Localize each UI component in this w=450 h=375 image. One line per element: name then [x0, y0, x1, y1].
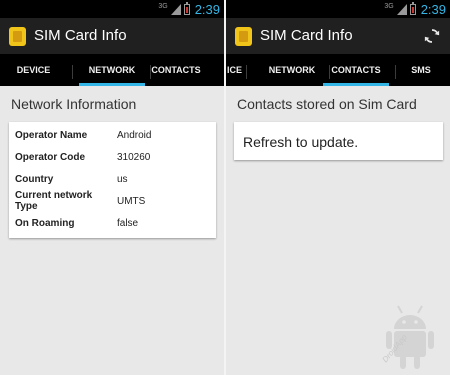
row-label: On Roaming — [15, 217, 75, 229]
tab-divider — [395, 65, 396, 79]
action-bar: SIM Card Info — [0, 18, 224, 54]
signal-icon — [396, 3, 407, 15]
section-title: Contacts stored on Sim Card — [237, 96, 417, 112]
tab-divider — [72, 65, 73, 79]
row-label: Current network Type — [15, 190, 93, 212]
status-bar: 3G 2:39 — [0, 0, 224, 18]
battery-icon — [409, 1, 416, 15]
tab-network[interactable]: NETWORK — [79, 54, 145, 86]
row-value: Android — [117, 129, 152, 141]
status-clock: 2:39 — [194, 1, 220, 17]
info-row-network-type: Current network Type UMTS — [15, 190, 210, 212]
battery-icon — [183, 1, 190, 15]
info-row-operator-code: Operator Code 310260 — [15, 146, 210, 168]
row-label: Operator Name — [15, 129, 88, 141]
info-row-operator-name: Operator Name Android — [15, 124, 210, 146]
tab-contacts[interactable]: CONTACTS — [151, 54, 200, 86]
tab-bar: DEVICE NETWORK CONTACTS — [0, 54, 224, 86]
network-type-indicator: 3G — [384, 2, 394, 10]
refresh-button[interactable] — [420, 24, 444, 48]
network-type-indicator: 3G — [158, 2, 168, 10]
refresh-icon — [424, 29, 440, 43]
contacts-card: Refresh to update. — [234, 122, 443, 160]
sim-card-icon[interactable] — [235, 27, 252, 46]
info-row-roaming: On Roaming false — [15, 212, 210, 234]
signal-icon — [170, 3, 181, 15]
status-clock: 2:39 — [420, 1, 446, 17]
app-title: SIM Card Info — [34, 27, 127, 44]
phone-screen-contacts: 3G 2:39 SIM Card Info ICE NETWORK CONTAC… — [226, 0, 450, 375]
tab-bar: ICE NETWORK CONTACTS SMS — [226, 54, 450, 86]
row-value: 310260 — [117, 151, 151, 163]
info-row-country: Country us — [15, 168, 210, 190]
tab-sms[interactable]: SMS — [404, 54, 438, 86]
status-bar: 3G 2:39 — [226, 0, 450, 18]
network-info-card: Operator Name Android Operator Code 3102… — [9, 122, 216, 238]
tab-contacts[interactable]: CONTACTS — [323, 54, 389, 86]
row-value: us — [117, 173, 128, 185]
app-title: SIM Card Info — [260, 27, 353, 44]
tab-network[interactable]: NETWORK — [257, 54, 327, 86]
android-watermark: DroidApp — [374, 291, 444, 371]
tab-divider — [246, 65, 247, 79]
row-label: Operator Code — [15, 151, 86, 163]
phone-screen-network: 3G 2:39 SIM Card Info DEVICE NETWORK CON… — [0, 0, 224, 375]
row-value: false — [117, 217, 139, 229]
section-title: Network Information — [11, 96, 137, 112]
row-value: UMTS — [117, 195, 146, 207]
row-label: Country — [15, 173, 54, 185]
refresh-message: Refresh to update. — [243, 134, 359, 150]
tab-device[interactable]: DEVICE — [0, 54, 67, 86]
tab-device-partial[interactable]: ICE — [226, 54, 242, 86]
sim-card-icon[interactable] — [9, 27, 26, 46]
action-bar: SIM Card Info — [226, 18, 450, 54]
